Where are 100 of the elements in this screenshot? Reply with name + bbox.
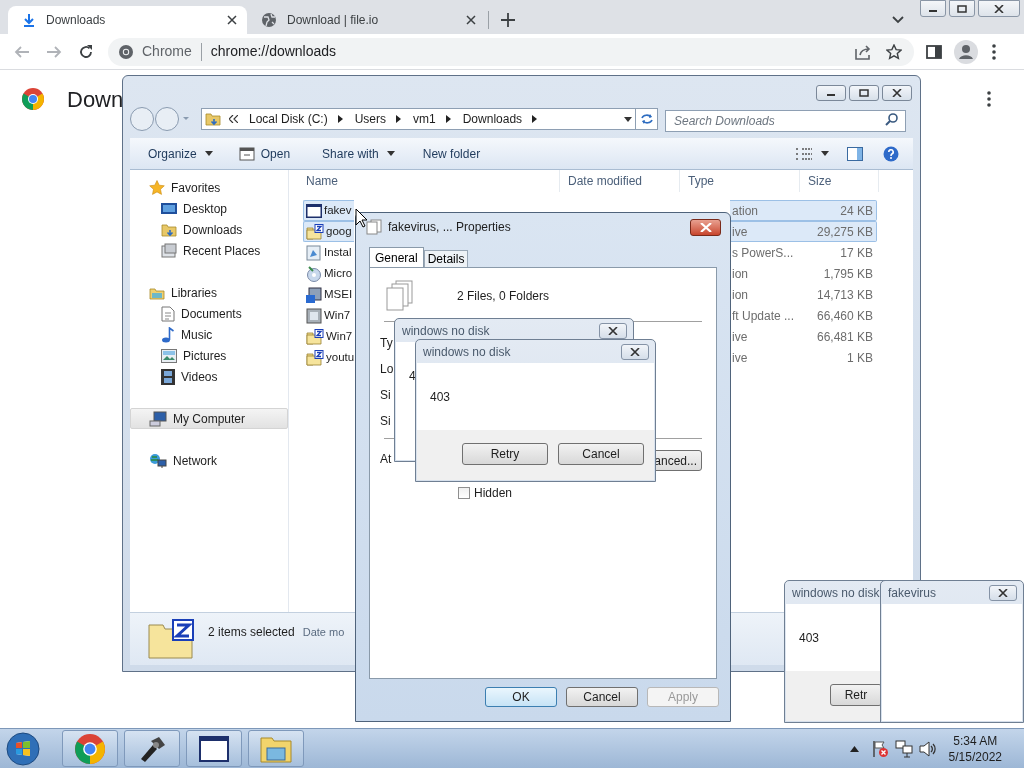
toolbar-button[interactable]: Share with [314, 141, 403, 166]
search-field[interactable]: Search Downloads [665, 110, 906, 132]
file-row[interactable]: Win7 [303, 326, 354, 347]
file-name: Micro [324, 265, 353, 281]
side-panel-icon[interactable] [926, 43, 942, 60]
network-icon[interactable] [894, 739, 913, 758]
minimize-button[interactable] [816, 85, 846, 101]
column-header[interactable]: Size [799, 170, 879, 192]
file-row[interactable]: ive 29,275 KB [730, 221, 877, 242]
dialog-tab[interactable]: Details [423, 250, 469, 267]
volume-icon[interactable] [918, 740, 937, 757]
file-row[interactable]: Instal [303, 242, 354, 263]
nav-item[interactable]: Libraries [130, 282, 288, 303]
nav-item[interactable]: Videos [130, 366, 288, 387]
dialog-button[interactable]: Cancel [558, 443, 644, 465]
views-button[interactable] [795, 146, 829, 161]
refresh-button[interactable] [636, 108, 658, 130]
action-center-flag-icon[interactable] [870, 739, 889, 758]
clock[interactable]: 5:34 AM 5/15/2022 [948, 732, 1002, 765]
file-row[interactable]: MSEI [303, 284, 354, 305]
file-row[interactable]: ion 14,713 KB [730, 284, 877, 305]
restore-button[interactable] [949, 0, 975, 17]
close-button[interactable] [989, 584, 1017, 601]
maximize-button[interactable] [849, 85, 879, 101]
close-button[interactable] [978, 0, 1020, 17]
nav-item[interactable]: Favorites [130, 177, 288, 198]
column-header[interactable]: Date modified [559, 170, 679, 192]
help-icon[interactable] [883, 145, 899, 162]
nav-item[interactable]: Documents [130, 303, 288, 324]
close-button[interactable] [690, 218, 721, 236]
nav-item[interactable]: Music [130, 324, 288, 345]
minimize-button[interactable] [920, 0, 946, 17]
maximize-icon [859, 89, 869, 97]
preview-pane-icon[interactable] [847, 146, 863, 161]
bookmark-star-icon[interactable] [886, 43, 902, 60]
dialog-button[interactable]: Cancel [566, 687, 638, 707]
dialog-button[interactable]: OK [485, 687, 557, 707]
file-row[interactable]: ft Update ... 66,460 KB [730, 305, 877, 326]
share-icon[interactable] [854, 43, 872, 60]
nav-item[interactable]: My Computer [130, 408, 288, 429]
browser-tab[interactable]: Downloads [8, 6, 247, 34]
file-row[interactable]: ive 66,481 KB [730, 326, 877, 347]
reload-icon[interactable] [78, 43, 94, 60]
file-row[interactable]: Win7 [303, 305, 354, 326]
setup-icon [306, 286, 322, 303]
close-icon[interactable] [466, 15, 476, 25]
column-header[interactable]: Type [679, 170, 799, 192]
chevron-icon[interactable] [445, 115, 452, 123]
file-row[interactable]: Micro [303, 263, 354, 284]
breadcrumb-item[interactable]: Local Disk (C:) [249, 110, 328, 128]
dropdown-caret-icon[interactable] [624, 116, 632, 122]
nav-item[interactable]: Network [130, 450, 288, 471]
dialog-button[interactable]: Retr [830, 684, 882, 706]
file-row[interactable]: ive 1 KB [730, 347, 877, 368]
close-icon[interactable] [227, 15, 237, 25]
menu-icon[interactable] [992, 43, 996, 60]
address-bar[interactable]: Chrome chrome://downloads [108, 37, 914, 66]
breadcrumb-item[interactable]: Users [354, 110, 387, 128]
nav-item[interactable]: Pictures [130, 345, 288, 366]
browser-tab[interactable]: Download | file.io [247, 6, 486, 34]
file-row[interactable]: youtu [303, 347, 354, 368]
column-header[interactable]: Name [289, 170, 559, 192]
breadcrumb-item[interactable]: vm1 [413, 110, 436, 128]
profile-icon[interactable] [954, 39, 978, 64]
dialog-tab[interactable]: General [369, 247, 424, 267]
nav-item[interactable]: Downloads [130, 219, 288, 240]
file-row[interactable]: s PowerS... 17 KB [730, 242, 877, 263]
show-hidden-icons-icon[interactable] [849, 745, 859, 752]
dialog-button[interactable]: Retry [462, 443, 548, 465]
toolbar-button[interactable]: Open [230, 141, 299, 166]
chevron-icon[interactable] [337, 115, 344, 123]
double-chevron-icon[interactable] [229, 115, 238, 123]
close-button[interactable] [621, 343, 649, 360]
file-type: ation [731, 202, 759, 220]
taskbar-button[interactable] [186, 730, 242, 767]
close-button[interactable] [882, 85, 912, 101]
toolbar-button[interactable]: Organize [140, 141, 221, 166]
clock-date: 5/15/2022 [948, 748, 1002, 765]
zip-folder-icon [306, 328, 324, 345]
chevron-icon[interactable] [396, 115, 403, 123]
breadcrumb-item[interactable]: Downloads [462, 110, 523, 128]
open-icon [238, 145, 255, 162]
file-type: ion [731, 286, 748, 304]
chevron-icon[interactable] [532, 115, 539, 123]
file-row[interactable]: ion 1,795 KB [730, 263, 877, 284]
taskbar-button[interactable] [124, 730, 180, 767]
breadcrumb-bar[interactable]: Local Disk (C:) Users vm1 Downloads [201, 108, 636, 130]
file-row[interactable]: fakev [303, 200, 354, 221]
nav-item[interactable]: Desktop [130, 198, 288, 219]
new-tab-icon[interactable] [501, 13, 515, 27]
file-row[interactable]: ation 24 KB [730, 200, 877, 221]
menu-icon[interactable] [987, 91, 991, 107]
nav-item[interactable]: Recent Places [130, 240, 288, 261]
file-row[interactable]: goog [303, 221, 354, 242]
checkbox[interactable] [458, 487, 470, 499]
toolbar-button[interactable]: New folder [414, 141, 489, 166]
chevron-icon[interactable] [892, 16, 904, 24]
start-button-icon[interactable] [6, 731, 40, 766]
close-button[interactable] [599, 322, 627, 339]
music-note-icon [161, 326, 175, 343]
